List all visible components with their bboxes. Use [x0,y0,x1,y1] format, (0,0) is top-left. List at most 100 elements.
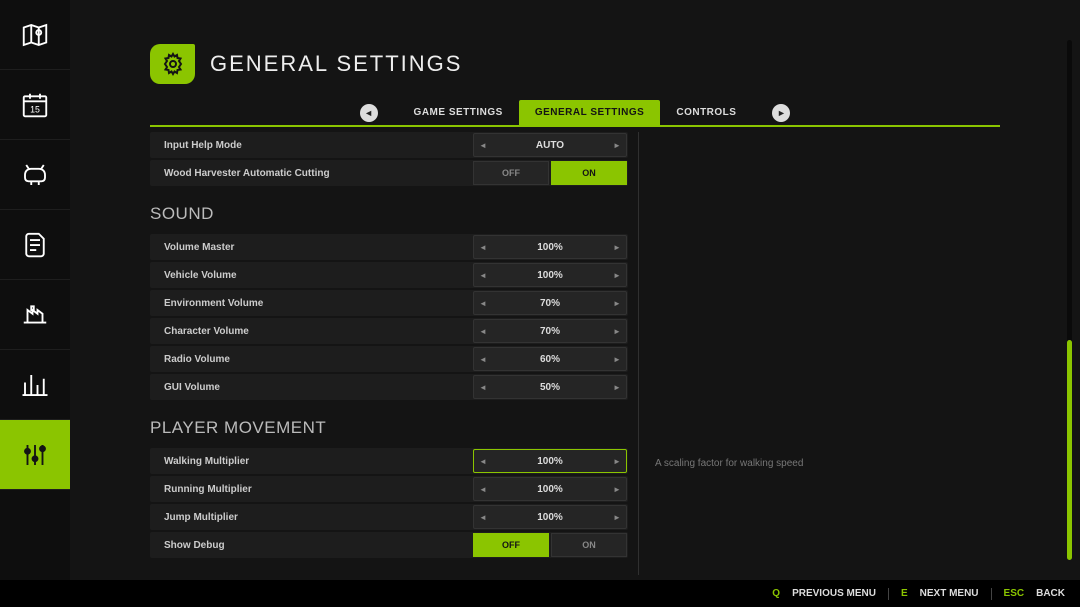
stepper-input-help-mode[interactable]: ◄ AUTO ► [473,133,627,157]
prev-menu-button[interactable]: PREVIOUS MENU [792,588,876,599]
sidebar-item-animals[interactable] [0,140,70,210]
vertical-divider [638,132,639,575]
label: Environment Volume [150,298,473,309]
chevron-left-icon[interactable]: ◄ [474,513,492,522]
chevron-left-icon[interactable]: ◄ [474,243,492,252]
tab-next-arrow[interactable]: ► [772,104,790,122]
svg-text:15: 15 [30,104,40,114]
toggle-show-debug[interactable]: OFF ON [473,533,627,557]
production-icon [20,300,50,330]
chevron-right-icon[interactable]: ► [608,299,626,308]
value: 50% [492,382,608,393]
chevron-left-icon[interactable]: ◄ [474,141,492,150]
sidebar-item-calendar[interactable]: 15 [0,70,70,140]
chevron-left-icon[interactable]: ◄ [474,299,492,308]
chevron-right-icon[interactable]: ► [608,271,626,280]
gear-icon [161,52,185,76]
value: 60% [492,354,608,365]
value: 70% [492,326,608,337]
sidebar-item-map[interactable] [0,0,70,70]
row-radio-volume: Radio Volume ◄60%► [150,346,628,372]
chevron-right-icon[interactable]: ► [608,513,626,522]
next-menu-button[interactable]: NEXT MENU [920,588,979,599]
label: Vehicle Volume [150,270,473,281]
scroll-thumb[interactable] [1067,340,1072,560]
value: 100% [492,484,608,495]
stepper-walking-multiplier[interactable]: ◄100%► [473,449,627,473]
row-wood-harvester: Wood Harvester Automatic Cutting OFF ON [150,160,628,186]
sidebar: 15 [0,0,70,580]
row-gui-volume: GUI Volume ◄50%► [150,374,628,400]
chevron-right-icon[interactable]: ► [608,383,626,392]
label: Wood Harvester Automatic Cutting [150,168,473,179]
scrollbar[interactable] [1067,40,1072,560]
label: Running Multiplier [150,484,473,495]
tab-prev-arrow[interactable]: ◄ [360,104,378,122]
sidebar-item-stats[interactable] [0,350,70,420]
sidebar-item-settings[interactable] [0,420,70,490]
footer-sep [888,588,889,600]
chevron-left-icon[interactable]: ◄ [474,485,492,494]
toggle-wood-harvester[interactable]: OFF ON [473,161,627,185]
stepper-gui-volume[interactable]: ◄50%► [473,375,627,399]
help-panel: A scaling factor for walking speed [649,132,1000,575]
chevron-left-icon[interactable]: ◄ [474,457,492,466]
stepper-vehicle-volume[interactable]: ◄100%► [473,263,627,287]
sidebar-item-production[interactable] [0,280,70,350]
footer: Q PREVIOUS MENU E NEXT MENU ESC BACK [0,580,1080,607]
row-input-help-mode: Input Help Mode ◄ AUTO ► [150,132,628,158]
footer-sep [991,588,992,600]
sliders-icon [20,440,50,470]
label: Radio Volume [150,354,473,365]
tab-controls[interactable]: CONTROLS [660,100,752,125]
key-e: E [901,588,908,599]
chevron-right-icon[interactable]: ► [608,141,626,150]
chevron-right-icon[interactable]: ► [608,243,626,252]
row-environment-volume: Environment Volume ◄70%► [150,290,628,316]
chevron-left-icon[interactable]: ◄ [474,271,492,280]
chevron-right-icon[interactable]: ► [608,457,626,466]
toggle-off[interactable]: OFF [473,533,549,557]
tabs-row: ◄ GAME SETTINGS GENERAL SETTINGS CONTROL… [150,100,1000,127]
key-esc: ESC [1004,588,1025,599]
label: GUI Volume [150,382,473,393]
row-jump-multiplier: Jump Multiplier ◄100%► [150,504,628,530]
help-text: A scaling factor for walking speed [655,458,1000,469]
row-show-debug: Show Debug OFF ON [150,532,628,558]
stepper-radio-volume[interactable]: ◄60%► [473,347,627,371]
section-title-sound: SOUND [150,204,628,224]
map-icon [20,20,50,50]
chevron-right-icon[interactable]: ► [608,355,626,364]
stepper-character-volume[interactable]: ◄70%► [473,319,627,343]
document-icon [20,230,50,260]
row-vehicle-volume: Vehicle Volume ◄100%► [150,262,628,288]
label: Volume Master [150,242,473,253]
stepper-environment-volume[interactable]: ◄70%► [473,291,627,315]
row-running-multiplier: Running Multiplier ◄100%► [150,476,628,502]
header: GENERAL SETTINGS [150,44,462,84]
label: Character Volume [150,326,473,337]
settings-list: Input Help Mode ◄ AUTO ► Wood Harvester … [150,132,628,575]
chevron-left-icon[interactable]: ◄ [474,383,492,392]
cow-icon [20,160,50,190]
stepper-jump-multiplier[interactable]: ◄100%► [473,505,627,529]
stepper-running-multiplier[interactable]: ◄100%► [473,477,627,501]
value: 100% [492,242,608,253]
chevron-right-icon[interactable]: ► [608,485,626,494]
tab-game-settings[interactable]: GAME SETTINGS [398,100,519,125]
chevron-right-icon[interactable]: ► [608,327,626,336]
stepper-volume-master[interactable]: ◄100%► [473,235,627,259]
toggle-on[interactable]: ON [551,533,627,557]
main-panel: GENERAL SETTINGS ◄ GAME SETTINGS GENERAL… [70,0,1080,580]
tab-general-settings[interactable]: GENERAL SETTINGS [519,100,661,125]
toggle-off[interactable]: OFF [473,161,549,185]
chevron-left-icon[interactable]: ◄ [474,355,492,364]
section-title-player: PLAYER MOVEMENT [150,418,628,438]
chevron-left-icon[interactable]: ◄ [474,327,492,336]
label: Show Debug [150,540,473,551]
back-button[interactable]: BACK [1036,588,1065,599]
sidebar-item-contracts[interactable] [0,210,70,280]
page-title: GENERAL SETTINGS [210,51,462,77]
toggle-on[interactable]: ON [551,161,627,185]
value: 70% [492,298,608,309]
